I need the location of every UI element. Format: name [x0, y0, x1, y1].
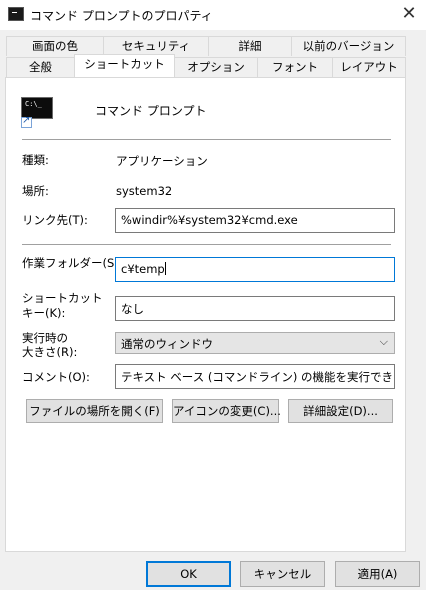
- location-value: system32: [116, 184, 173, 198]
- change-icon-button[interactable]: アイコンの変更(C)...: [172, 399, 281, 423]
- type-value: アプリケーション: [116, 154, 208, 168]
- tab-previous-versions[interactable]: 以前のバージョン: [291, 36, 406, 56]
- open-file-location-button[interactable]: ファイルの場所を開く(F): [26, 399, 163, 423]
- window-title: コマンド プロンプトのプロパティ: [30, 9, 213, 23]
- close-button[interactable]: ✕: [392, 0, 426, 30]
- tab-font[interactable]: フォント: [257, 57, 333, 77]
- tab-options[interactable]: オプション: [174, 57, 258, 77]
- divider: [22, 139, 391, 140]
- run-size-value: 通常のウィンドウ: [121, 337, 213, 351]
- cmd-icon: C:\_: [21, 97, 53, 128]
- tab-shortcut[interactable]: ショートカット: [74, 54, 175, 77]
- tab-layout[interactable]: レイアウト: [332, 57, 406, 77]
- shortcut-panel: C:\_ コマンド プロンプト 種類: アプリケーション 場所: system3…: [5, 77, 406, 552]
- text-caret: [164, 262, 166, 275]
- type-label: 種類:: [22, 153, 49, 167]
- comment-label: コメント(O):: [22, 370, 90, 384]
- chevron-down-icon: ⌵: [379, 335, 388, 348]
- workdir-field[interactable]: c¥temp: [115, 257, 395, 282]
- cmd-icon: [8, 7, 24, 21]
- hotkey-field[interactable]: なし: [115, 296, 395, 321]
- workdir-label: 作業フォルダー(S):: [22, 256, 123, 270]
- shortcut-arrow-icon: [21, 115, 32, 128]
- cancel-button[interactable]: キャンセル: [240, 561, 325, 587]
- hotkey-label-line2: キー(K):: [22, 306, 66, 320]
- advanced-settings-button[interactable]: 詳細設定(D)...: [288, 399, 393, 423]
- cmd-icon-text: C:\_: [25, 100, 42, 108]
- divider: [22, 244, 391, 245]
- tab-security[interactable]: セキュリティ: [103, 36, 209, 56]
- tab-colors[interactable]: 画面の色: [6, 36, 104, 56]
- run-label-line2: 大きさ(R):: [22, 345, 78, 359]
- tab-general[interactable]: 全般: [6, 57, 75, 77]
- run-label-line1: 実行時の: [22, 331, 68, 345]
- workdir-value: c¥temp: [121, 262, 165, 276]
- app-name: コマンド プロンプト: [95, 104, 207, 118]
- hotkey-label-line1: ショートカット: [22, 291, 103, 305]
- target-label: リンク先(T):: [22, 213, 88, 227]
- apply-button[interactable]: 適用(A): [335, 561, 420, 587]
- location-label: 場所:: [22, 184, 49, 198]
- run-size-select[interactable]: 通常のウィンドウ ⌵: [115, 332, 395, 354]
- ok-button[interactable]: OK: [146, 561, 231, 587]
- title-bar: コマンド プロンプトのプロパティ ✕: [0, 0, 426, 30]
- target-field[interactable]: %windir%¥system32¥cmd.exe: [115, 208, 395, 233]
- comment-field[interactable]: テキスト ベース (コマンドライン) の機能を実行できます。: [115, 364, 395, 389]
- tab-details[interactable]: 詳細: [208, 36, 292, 56]
